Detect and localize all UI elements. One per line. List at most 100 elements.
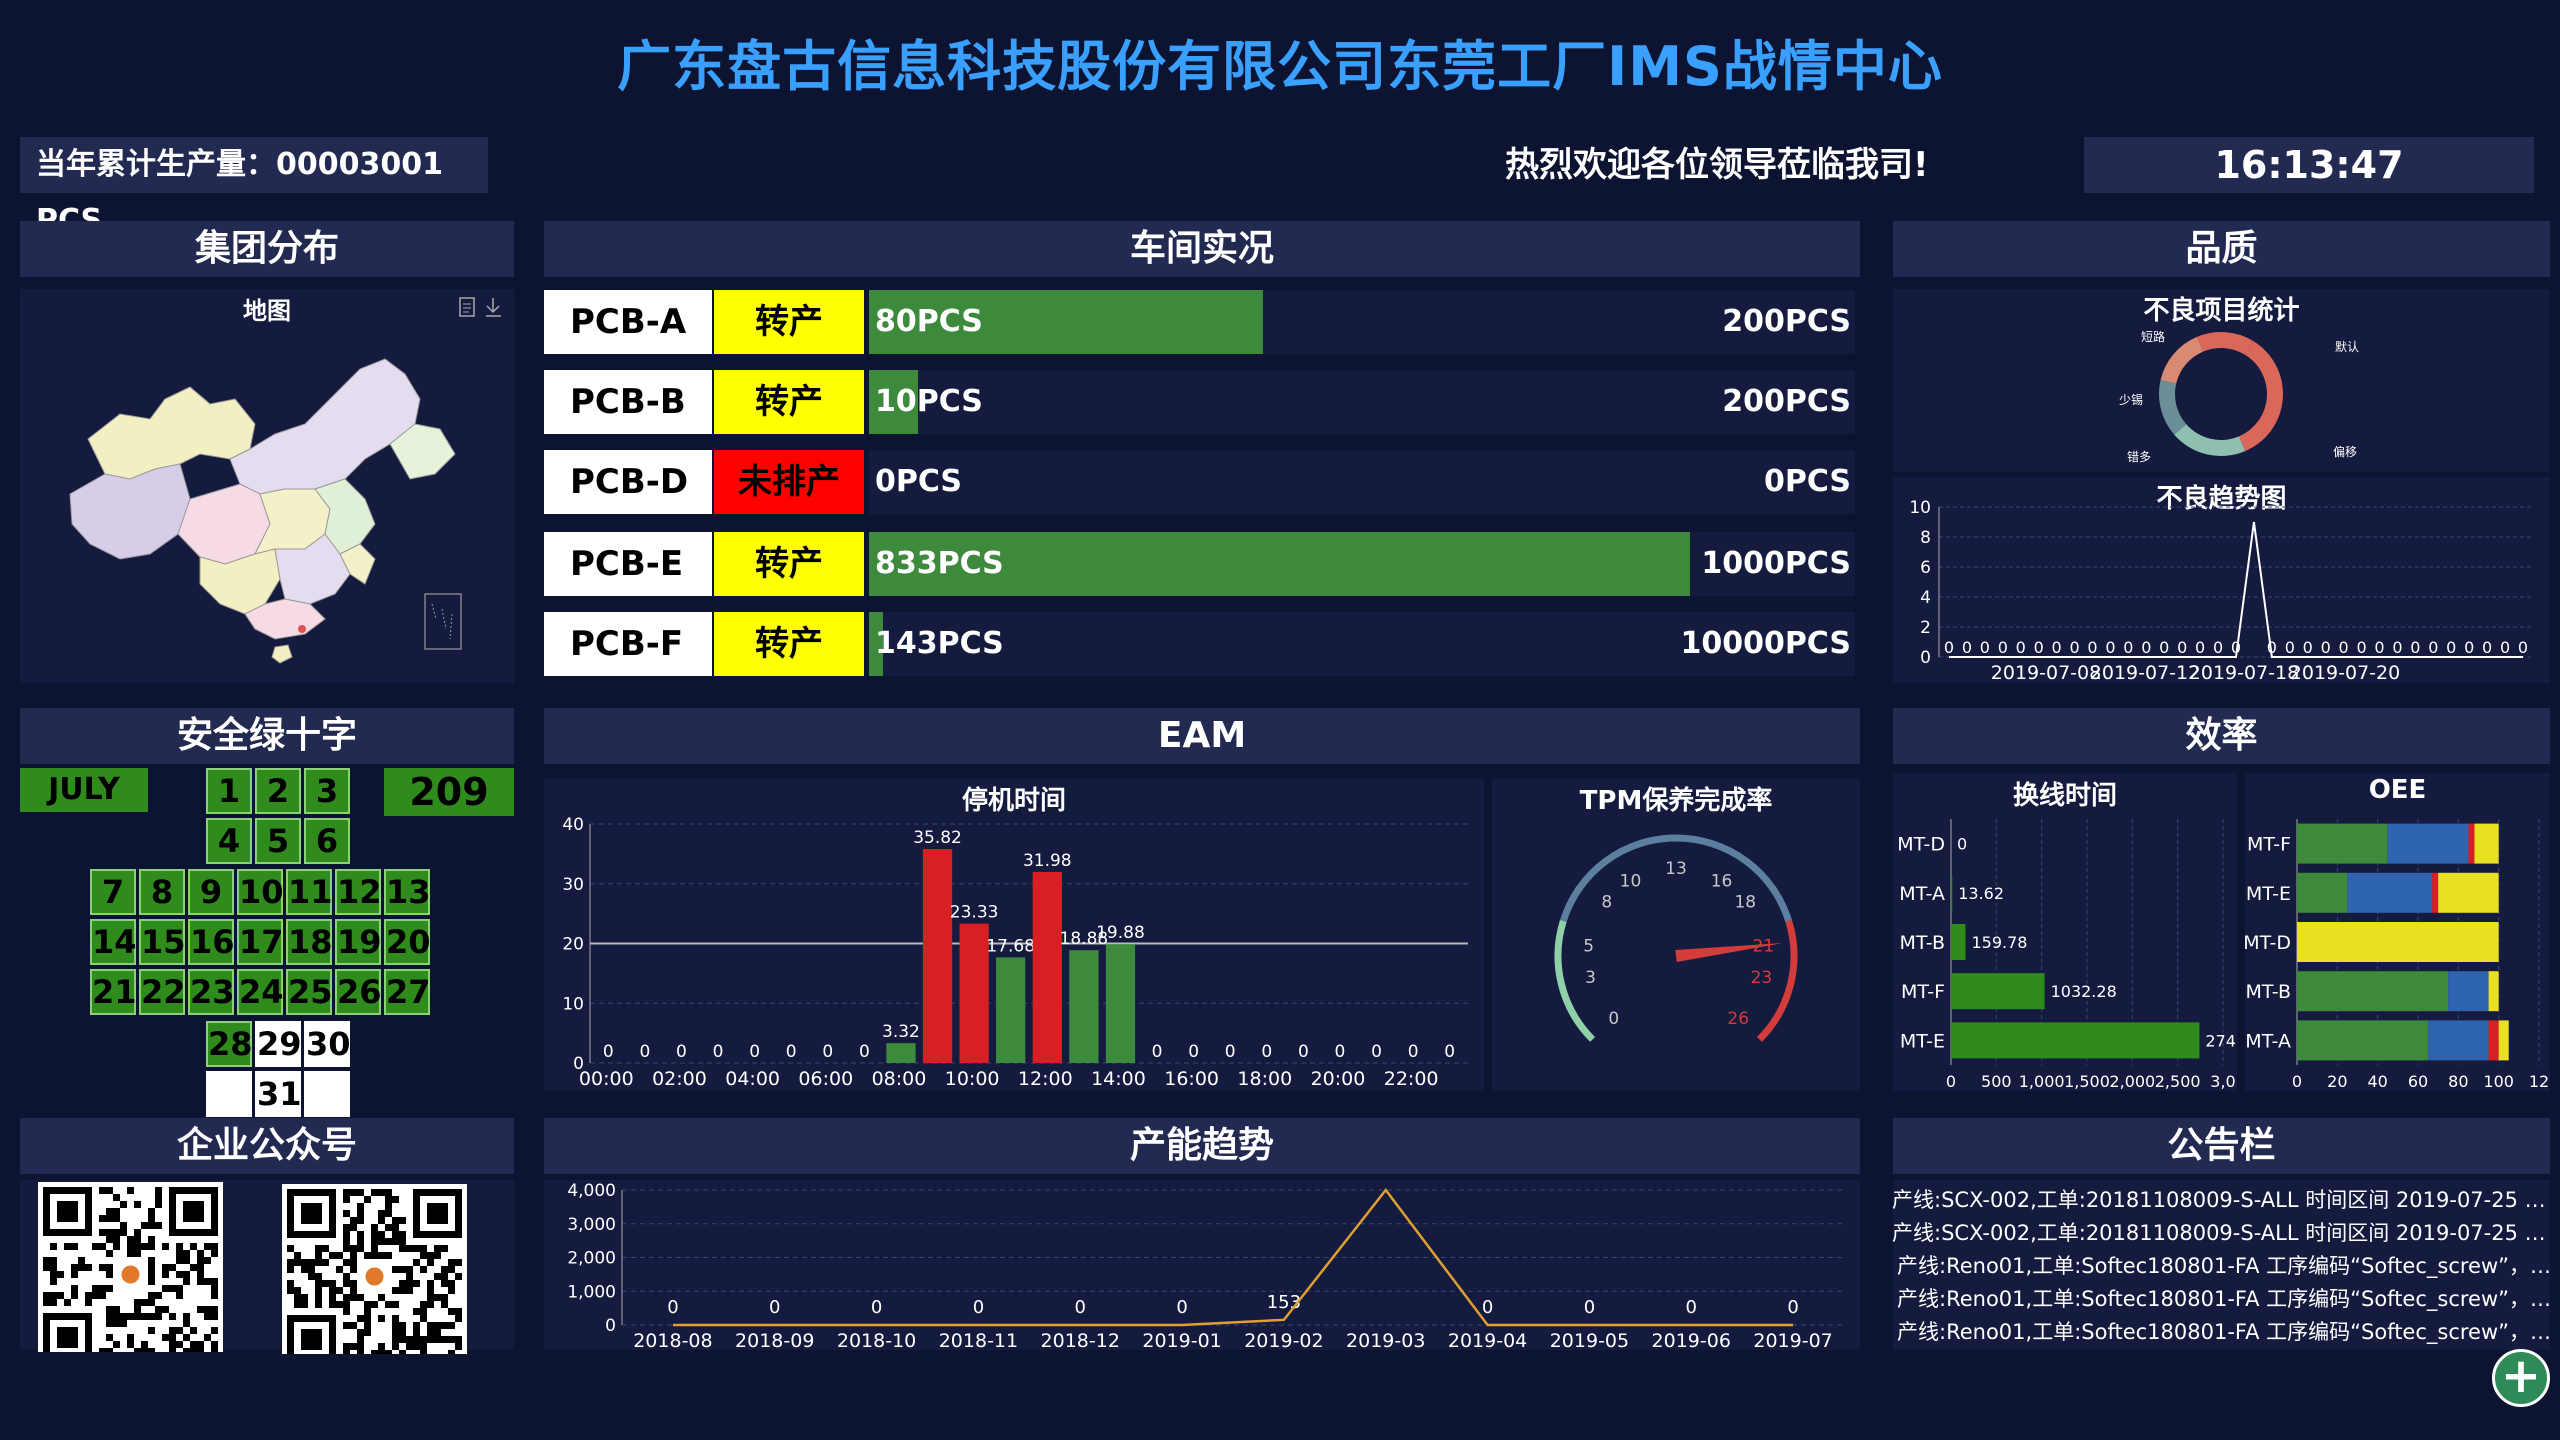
qr-module xyxy=(134,1299,141,1306)
china-map[interactable] xyxy=(60,329,480,669)
qr-module xyxy=(148,1292,155,1299)
download-icon[interactable] xyxy=(486,298,501,317)
qr-module xyxy=(427,1322,434,1329)
capacity-chart[interactable]: 0 1,000 2,000 3,000 4,000 0 2018-08 0 2018-09 0 20… xyxy=(544,1180,1860,1350)
calendar-day[interactable]: 22 xyxy=(139,969,186,1015)
calendar-day[interactable]: 23 xyxy=(188,969,235,1015)
calendar-day[interactable]: 30 xyxy=(304,1021,351,1067)
calendar-day[interactable]: 5 xyxy=(255,818,301,864)
qr-module xyxy=(413,1308,420,1315)
qr-module xyxy=(127,1243,134,1250)
calendar-day[interactable]: 21 xyxy=(90,969,137,1015)
downtime-chart[interactable]: 0 10 20 30 40 0 0 0 0 0 0 0 0 3.32 35.82 23.33 17.68 31.9… xyxy=(544,778,1484,1090)
qr-module xyxy=(406,1266,413,1273)
qr-module xyxy=(315,1280,322,1287)
calendar-day[interactable]: 16 xyxy=(188,919,235,965)
y-tick-label: 3,000 xyxy=(567,1215,616,1235)
gauge-tick-label: 13 xyxy=(1665,859,1687,879)
calendar-day[interactable]: 4 xyxy=(206,818,252,864)
changeover-chart[interactable]: 0 500 1,000 1,500 2,000 2,500 3,0 MT-D 0 MT-A 13.6… xyxy=(1893,773,2237,1091)
calendar-day[interactable]: 11 xyxy=(286,869,333,915)
defect-trend-chart[interactable]: 02468100 0 0 0 0 0 0 0 0 0 0 0 0 0 0 0 0 0 0 0 0 0 0 0 0 0 0 0 0 0 0 02… xyxy=(1893,477,2550,683)
bar-value-label: 0 xyxy=(1371,1042,1382,1062)
oee-chart[interactable]: 0 20 40 60 80 100 12 MT-F MT-E MT-D MT-B MT-A xyxy=(2245,773,2550,1091)
qr-module xyxy=(148,1257,155,1264)
tpm-gauge[interactable]: 035810131618212326 xyxy=(1492,778,1860,1090)
gauge-tick-label: 23 xyxy=(1751,968,1773,988)
data-label: 0 xyxy=(2177,638,2187,657)
qr-module xyxy=(455,1259,462,1266)
calendar-day[interactable]: 19 xyxy=(335,919,382,965)
qr-module xyxy=(364,1315,371,1322)
data-label: 0 xyxy=(1686,1297,1697,1318)
calendar-day[interactable]: 29 xyxy=(255,1021,302,1067)
qr-module xyxy=(106,1306,113,1313)
calendar-day[interactable]: 6 xyxy=(304,818,350,864)
calendar-day[interactable]: 1 xyxy=(206,768,252,814)
qr-module xyxy=(148,1222,155,1229)
notice-item[interactable]: 产线:Reno01,工单:Softec180801-FA 工序编码“Softec… xyxy=(1897,1283,2557,1313)
qr-module xyxy=(71,1271,78,1278)
calendar-day[interactable]: 12 xyxy=(335,869,382,915)
qr-module xyxy=(399,1238,406,1245)
qr-module xyxy=(113,1208,120,1215)
calendar-day[interactable]: 9 xyxy=(188,869,234,915)
notice-item[interactable]: 产线:SCX-002,工单:20181108009-S-ALL 时间区间 201… xyxy=(1892,1184,2552,1214)
notice-item[interactable]: 产线:Reno01,工单:Softec180801-FA 工序编码“Softec… xyxy=(1897,1250,2557,1280)
calendar-day[interactable]: 20 xyxy=(384,919,431,965)
add-icon[interactable]: + xyxy=(2492,1349,2550,1407)
map-marker-dongguan[interactable] xyxy=(298,625,306,633)
calendar-day[interactable]: 14 xyxy=(90,919,137,965)
calendar-day[interactable]: 8 xyxy=(139,869,185,915)
qr-module xyxy=(57,1292,64,1299)
qr-module xyxy=(378,1238,385,1245)
bar-value-label: 31.98 xyxy=(1023,851,1072,871)
calendar-day[interactable]: 28 xyxy=(206,1021,253,1067)
qr-module xyxy=(211,1278,218,1285)
calendar-day[interactable]: 7 xyxy=(90,869,136,915)
qr-module xyxy=(336,1252,343,1259)
qr-module xyxy=(211,1327,218,1334)
qr-module xyxy=(113,1341,120,1348)
calendar-day[interactable]: 2 xyxy=(255,768,301,814)
data-label: 0 xyxy=(2159,638,2169,657)
notice-item[interactable]: 产线:Reno01,工单:Softec180801-FA 工序编码“Softec… xyxy=(1897,1316,2557,1346)
x-tick-label: 2019-01 xyxy=(1142,1330,1221,1350)
data-label: 0 xyxy=(2518,638,2528,657)
data-label: 0 xyxy=(1980,638,1990,657)
qr-module xyxy=(392,1322,399,1329)
qr-module xyxy=(301,1301,308,1308)
calendar-day[interactable]: 3 xyxy=(304,768,350,814)
qr-module xyxy=(420,1301,427,1308)
calendar-day[interactable]: 27 xyxy=(384,969,431,1015)
qr-module xyxy=(85,1264,92,1271)
qr-module xyxy=(357,1217,364,1224)
qr-module xyxy=(308,1266,315,1273)
data-label: 0 xyxy=(2410,638,2420,657)
calendar-day[interactable]: 26 xyxy=(335,969,382,1015)
qr-module xyxy=(113,1313,120,1320)
product-name: PCB-D xyxy=(544,450,712,514)
calendar-day[interactable]: 10 xyxy=(237,869,284,915)
calendar-day[interactable]: 25 xyxy=(286,969,333,1015)
calendar-day[interactable]: 13 xyxy=(384,869,431,915)
x-tick-label: 10:00 xyxy=(945,1068,1000,1090)
qr-module xyxy=(99,1264,106,1271)
qr-module xyxy=(169,1327,176,1334)
qr-code-2[interactable] xyxy=(282,1184,472,1354)
qr-code-1[interactable] xyxy=(38,1182,228,1352)
defect-donut-chart[interactable]: 短路默认少锡偏移 错多 xyxy=(1893,289,2550,472)
notice-item[interactable]: 产线:SCX-002,工单:20181108009-S-ALL 时间区间 201… xyxy=(1892,1217,2552,1247)
calendar-day[interactable]: 15 xyxy=(139,919,186,965)
qr-module xyxy=(413,1245,420,1252)
data-view-icon[interactable] xyxy=(459,297,475,317)
qr-module xyxy=(176,1250,183,1257)
qr-module xyxy=(204,1334,211,1341)
calendar-day[interactable]: 18 xyxy=(286,919,333,965)
product-name: PCB-B xyxy=(544,370,712,434)
progress-value: 80PCS xyxy=(875,304,983,339)
qr-module xyxy=(85,1292,92,1299)
calendar-day[interactable]: 31 xyxy=(255,1071,302,1117)
calendar-day[interactable]: 17 xyxy=(237,919,284,965)
calendar-day[interactable]: 24 xyxy=(237,969,284,1015)
